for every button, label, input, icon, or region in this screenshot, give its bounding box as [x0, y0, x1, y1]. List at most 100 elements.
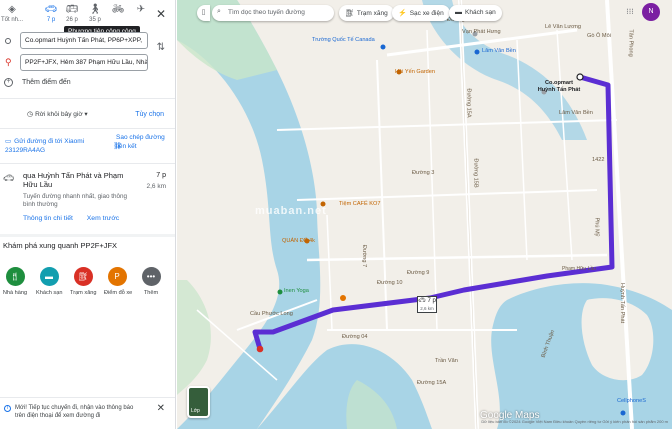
mode-flight[interactable]: ✈ — [130, 3, 152, 17]
chevron-down-icon: ▾ — [84, 111, 88, 118]
bus-icon: 🚌︎ — [65, 4, 79, 15]
clock-icon: ◷ — [27, 111, 36, 118]
apps-grid-icon[interactable]: ⁝⁝⁝ — [623, 5, 637, 19]
category-gas-station[interactable]: ⛽︎ Trạm xăng — [70, 267, 97, 296]
map-label: Phạm Hữu Lầu — [562, 266, 596, 272]
chip-label: Sạc xe điện — [409, 10, 444, 17]
map-label[interactable]: Cầu Phước Long — [250, 311, 293, 317]
map-label: Đường 04 — [342, 334, 368, 340]
car-icon: 🚗︎ — [3, 173, 15, 183]
route-links: Thông tin chi tiết Xem trước — [23, 215, 131, 222]
destination-pin-icon: ⚲ — [5, 57, 12, 67]
map-label[interactable]: Vạn Phát Hưng — [462, 29, 501, 35]
map-label: Đường 3 — [412, 170, 435, 176]
map-label: Đường 9 — [407, 270, 430, 276]
restaurant-icon: 🍴︎ — [5, 267, 25, 286]
category-restaurant[interactable]: 🍴︎ Nhà hàng — [2, 267, 28, 296]
map-label: Lâm Văn Bền — [559, 110, 593, 116]
add-destination-button[interactable]: Thêm điểm đến — [22, 79, 71, 86]
send-to-phone-link[interactable]: ▭ Gửi đường đi tới Xiaomi 23129RA4AG — [5, 137, 105, 155]
flight-icon: ✈ — [136, 4, 146, 15]
map-label[interactable]: Tiệm CAFÉ KO7 — [339, 201, 380, 207]
category-parking[interactable]: P Điểm đỗ xe — [104, 267, 132, 296]
phone-send-icon: ▭ — [5, 138, 12, 145]
walk-icon: 🚶︎ — [88, 4, 102, 15]
map-label: Đường 10 — [377, 280, 403, 286]
callout-time: 🚗︎ 7 p — [418, 298, 436, 305]
search-icon: ⌕ — [217, 8, 221, 15]
map-label[interactable]: QUÁN ĐỂ 4k — [282, 238, 315, 244]
route-description: Tuyến đường nhanh nhất, giao thông bình … — [23, 193, 128, 208]
mode-bike[interactable]: 🚲︎ — [107, 3, 129, 17]
avatar[interactable]: N — [642, 3, 660, 21]
map-label[interactable]: Trường Quốc Tế Canada — [312, 37, 375, 43]
swap-icon[interactable]: ⇅ — [157, 42, 165, 53]
route-time: 7 p — [156, 172, 166, 179]
chip-ev-charging[interactable]: ⚡ Sạc xe điện — [392, 5, 450, 21]
map-label[interactable]: CellphoneS — [617, 398, 646, 404]
map-label: Trần Văn — [435, 358, 458, 364]
map-label: Gò Ô Môi — [587, 33, 611, 39]
divider — [0, 234, 175, 237]
divider — [0, 163, 175, 164]
category-hotel[interactable]: ▬ Khách sạn — [36, 267, 62, 296]
map-label: Huỳnh Tấn Phát — [619, 282, 626, 324]
search-placeholder: Tìm dọc theo tuyến đường — [228, 9, 305, 16]
map-label[interactable]: Co.opmart Huỳnh Tấn Phát — [537, 80, 581, 94]
gas-station-icon: ⛽︎ — [73, 267, 93, 286]
map-label[interactable]: Lâm Văn Bền — [482, 48, 516, 54]
layers-label: Lớp — [191, 408, 200, 414]
mode-transit[interactable]: 🚌︎ 26 p — [61, 3, 83, 23]
origin-dot-icon — [5, 38, 11, 44]
diamond-directions-icon: ◈ — [8, 4, 16, 15]
preview-link[interactable]: Xem trước — [87, 215, 119, 222]
chip-label: Khách sạn — [465, 9, 496, 16]
destination-input[interactable]: PP2F+JFX, Hẻm 387 Phạm Hữu Lầu, Nhà — [20, 54, 148, 71]
map-label: Lê Văn Lương — [545, 24, 582, 30]
callout-time-value: 7 p — [427, 298, 436, 304]
map-label: 1422 — [592, 157, 605, 163]
chip-hotel[interactable]: ▬ Khách sạn — [449, 5, 502, 21]
mode-car[interactable]: 🚗︎ 7 p — [40, 3, 62, 23]
map-label: Tân Phong — [627, 29, 634, 57]
map-copyright: Dữ liệu bản đồ ©2024 Google Việt Nam Điề… — [481, 419, 668, 424]
mode-walk[interactable]: 🚶︎ 35 p — [84, 3, 106, 23]
route-time-callout[interactable]: 🚗︎ 7 p 2,6 km — [417, 296, 437, 313]
send-to-phone-label: Gửi đường đi tới Xiaomi 23129RA4AG — [5, 138, 85, 154]
notification-text: Mới! Tiếp tục chuyến đi, nhận vào thông … — [15, 405, 134, 419]
details-link[interactable]: Thông tin chi tiết — [23, 215, 73, 222]
route-option[interactable]: 🚗︎ qua Huỳnh Tấn Phát và Phạm Hữu Lầu 7 … — [0, 171, 175, 231]
copy-link-button[interactable]: Sao chép đường liên kết — [116, 133, 168, 151]
parking-icon: P — [107, 267, 127, 286]
map-label: Đường 7 — [361, 244, 368, 268]
watermark: muaban.net — [255, 205, 327, 217]
car-icon: 🚗︎ — [418, 298, 426, 304]
explore-title: Khám phá xung quanh PP2F+JFX — [3, 241, 118, 250]
close-icon[interactable]: ✕ — [156, 7, 166, 21]
layers-button[interactable]: Lớp — [187, 386, 210, 418]
menu-icon[interactable]: ▯ — [197, 5, 210, 21]
chip-gas-station[interactable]: ⛽︎ Trạm xăng — [339, 5, 394, 21]
callout-distance: 2,6 km — [420, 306, 434, 311]
options-button[interactable]: Tùy chọn — [135, 111, 164, 118]
more-icon: ••• — [141, 267, 161, 286]
map-label: Đường 15A — [465, 88, 472, 118]
directions-panel: ◈ Tốt nh... 🚗︎ 7 p 🚌︎ 26 p 🚶︎ 35 p 🚲︎ ✈ … — [0, 0, 176, 429]
mode-best[interactable]: ◈ Tốt nh... — [1, 3, 23, 23]
close-icon[interactable]: ✕ — [157, 403, 165, 414]
route-distance: 2,6 km — [146, 183, 166, 190]
map-label: Phú Mỹ — [593, 217, 600, 237]
hotel-icon: ▬ — [455, 9, 462, 16]
map-label[interactable]: Inen Yoga — [284, 288, 309, 294]
route-search-input[interactable]: ⌕ Tìm dọc theo tuyến đường — [212, 5, 334, 21]
map-base — [177, 0, 672, 429]
map-label[interactable]: Hải Yến Garden — [395, 69, 435, 75]
hotel-icon: ▬ — [39, 267, 59, 286]
leave-now-label: Rời khỏi bây giờ — [35, 111, 83, 118]
bike-icon: 🚲︎ — [111, 4, 125, 15]
origin-input[interactable]: Co.opmart Huỳnh Tấn Phát, PP6P+XPP, — [20, 32, 148, 49]
category-more[interactable]: ••• Thêm — [138, 267, 164, 296]
map-canvas[interactable]: Trường Quốc Tế Canada Vạn Phát Hưng Lâm … — [177, 0, 672, 429]
leave-now-dropdown[interactable]: ◷ Rời khỏi bây giờ ▾ — [22, 108, 93, 122]
car-icon: 🚗︎ — [44, 4, 58, 15]
